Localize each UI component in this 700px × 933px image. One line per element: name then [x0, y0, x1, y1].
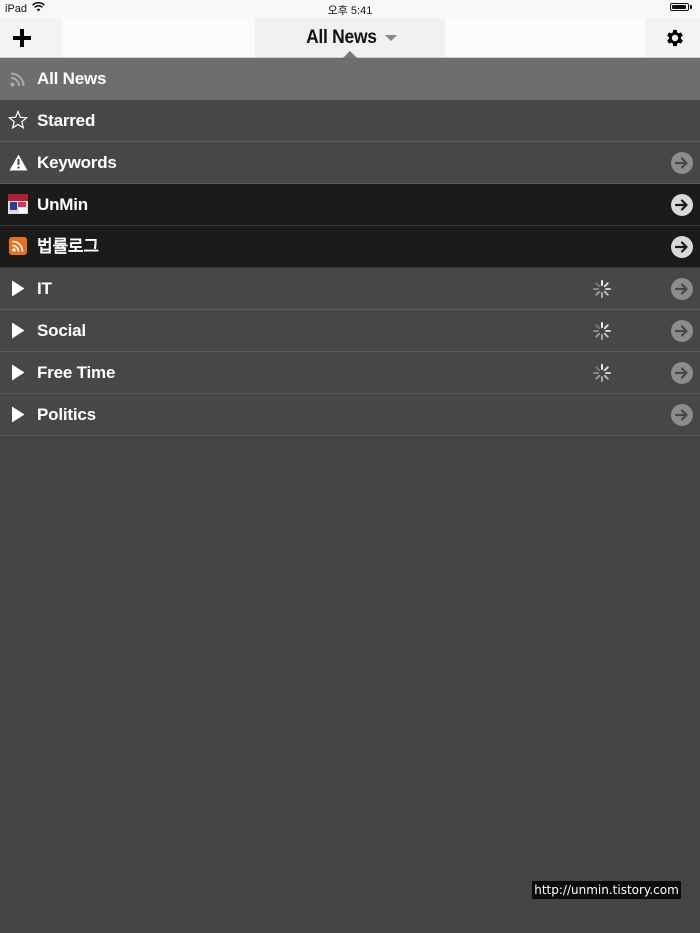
settings-button[interactable]: [645, 18, 700, 57]
feed-row-law-log[interactable]: 법률로그: [0, 226, 700, 268]
warning-icon: [8, 152, 28, 172]
battery-nub: [690, 5, 692, 9]
battery-icon: [670, 3, 689, 11]
feed-label: 법률로그: [37, 237, 99, 256]
arrow-right-icon[interactable]: [671, 152, 693, 174]
folder-expand-icon[interactable]: [8, 362, 28, 382]
feed-label: IT: [37, 279, 52, 298]
add-feed-button[interactable]: [0, 18, 62, 57]
arrow-right-icon[interactable]: [671, 362, 693, 384]
battery-indicator: [670, 3, 692, 11]
feed-label: Social: [37, 321, 86, 340]
feed-label: Politics: [37, 405, 96, 424]
arrow-right-icon[interactable]: [671, 236, 693, 258]
status-time: 오후 5:41: [327, 5, 373, 17]
rss-icon: [8, 68, 28, 88]
arrow-right-icon[interactable]: [671, 404, 693, 426]
feed-row-it[interactable]: IT: [0, 268, 700, 310]
gear-icon: [667, 29, 683, 47]
arrow-right-icon[interactable]: [671, 194, 693, 216]
folder-expand-icon[interactable]: [8, 278, 28, 298]
site-favicon-icon: [8, 194, 28, 214]
rss-orange-icon: [8, 236, 28, 256]
folder-expand-icon[interactable]: [8, 320, 28, 340]
page-title: All News: [305, 26, 377, 48]
loading-spinner-icon: [592, 363, 612, 383]
arrow-right-icon[interactable]: [671, 320, 693, 342]
status-bar: iPad 오후 5:41: [0, 0, 700, 18]
feed-row-keywords[interactable]: Keywords: [0, 142, 700, 184]
feed-list: All News Starred Keywords UnMin 법률로그 IT …: [0, 58, 700, 436]
loading-spinner-icon: [592, 321, 612, 341]
feed-label: All News: [37, 69, 107, 88]
feed-label: UnMin: [37, 195, 88, 214]
feed-row-unmin[interactable]: UnMin: [0, 184, 700, 226]
chevron-down-icon: [385, 34, 398, 41]
popover-pointer: [343, 51, 357, 58]
feed-row-politics[interactable]: Politics: [0, 394, 700, 436]
feed-label: Starred: [37, 111, 96, 130]
feed-row-starred[interactable]: Starred: [0, 100, 700, 142]
star-outline-icon: [8, 110, 28, 130]
arrow-right-icon[interactable]: [671, 278, 693, 300]
loading-spinner-icon: [592, 279, 612, 299]
feed-row-free-time[interactable]: Free Time: [0, 352, 700, 394]
plus-icon: [13, 29, 31, 47]
watermark-url: http://unmin.tistory.com: [532, 881, 681, 899]
feed-row-all-news[interactable]: All News: [0, 58, 700, 100]
feed-label: Keywords: [37, 153, 117, 172]
battery-fill: [672, 5, 686, 9]
feed-label: Free Time: [37, 363, 116, 382]
feed-row-social[interactable]: Social: [0, 310, 700, 352]
folder-expand-icon[interactable]: [8, 404, 28, 424]
